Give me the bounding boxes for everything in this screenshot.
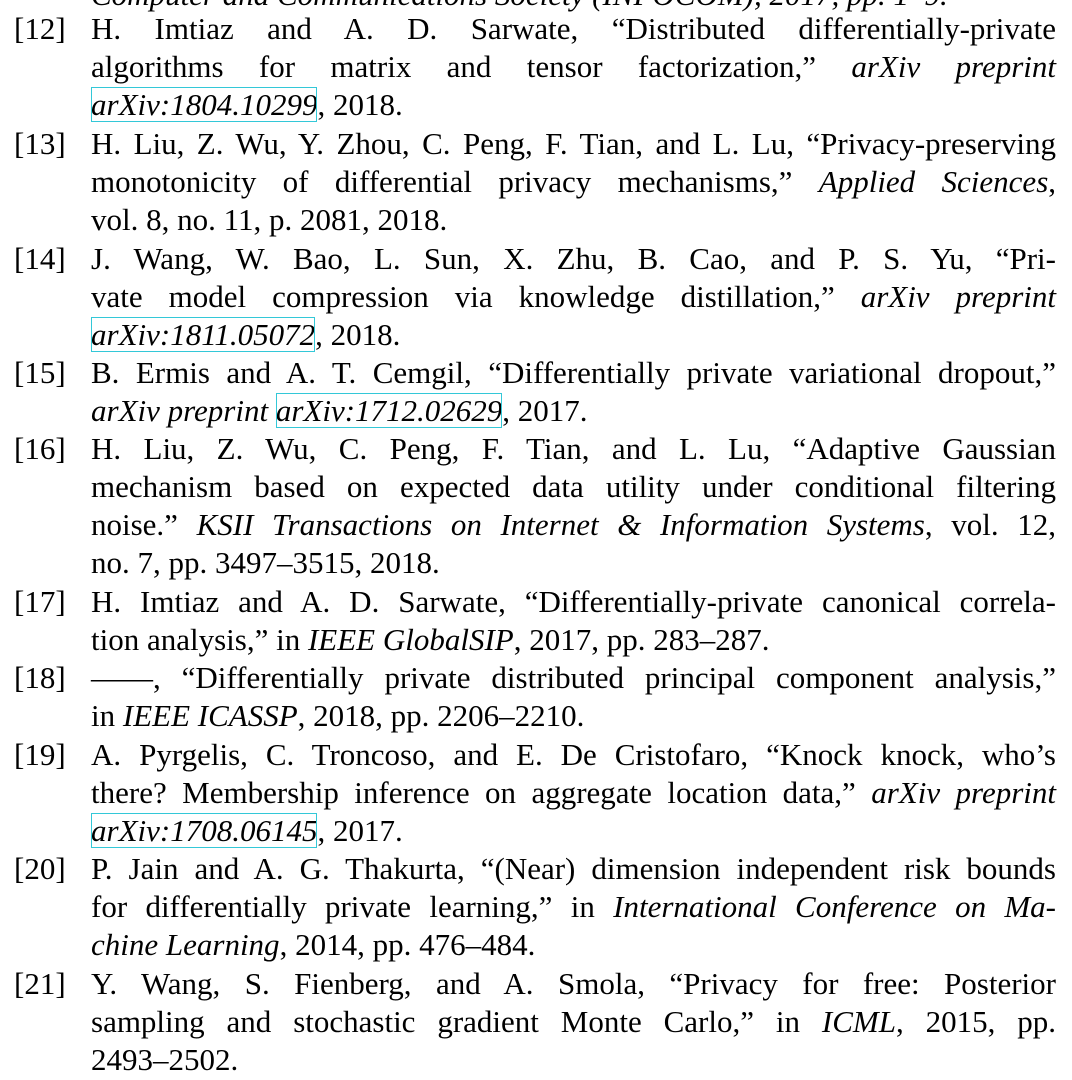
reference-number: [17] — [14, 584, 66, 619]
reference-line: vol. 8, no. 11, p. 2081, 2018. — [91, 201, 1056, 239]
italic-text: arXiv preprint — [860, 279, 1056, 314]
reference-body: A. Pyrgelis, C. Troncoso, and E. De Cris… — [91, 736, 1056, 850]
italic-text: Applied Sciences — [818, 164, 1049, 199]
reference-line: chine Learning, 2014, pp. 476–484. — [91, 926, 1056, 964]
reference-number: [19] — [14, 737, 66, 772]
reference-text: no. 7, pp. 3497–3515, 2018. — [91, 545, 440, 580]
italic-text: KSII Transactions on Internet & Informat… — [196, 507, 925, 542]
reference-text: in — [91, 698, 123, 733]
reference-text: vate model compression via knowledge dis… — [91, 279, 861, 314]
reference-text: A. Pyrgelis, C. Troncoso, and E. De Cris… — [91, 737, 1056, 772]
reference-line: H. Imtiaz and A. D. Sarwate, “Distribute… — [91, 10, 1056, 48]
reference-text: , vol. 12, — [924, 507, 1056, 542]
arxiv-link[interactable]: arXiv:1712.02629 — [275, 393, 503, 428]
reference-line: H. Imtiaz and A. D. Sarwate, “Differenti… — [91, 583, 1056, 621]
reference-text: H. Liu, Z. Wu, C. Peng, F. Tian, and L. … — [91, 431, 1056, 466]
italic-text: IEEE ICASSP — [122, 698, 298, 733]
italic-text: International Conference on Ma- — [613, 889, 1057, 924]
reference-text: H. Imtiaz and A. D. Sarwate, “Distribute… — [91, 11, 1056, 46]
reference-text: Y. Wang, S. Fienberg, and A. Smola, “Pri… — [91, 966, 1056, 1001]
reference-line: ——, “Differentially private distributed … — [91, 659, 1056, 697]
reference-text: , 2017, pp. 283–287. — [513, 622, 770, 657]
reference-text: for differentially private learning,” in — [91, 889, 614, 924]
reference-text: , 2018. — [315, 317, 401, 352]
reference-line: arXiv:1708.06145, 2017. — [91, 812, 1056, 850]
reference-number: [14] — [14, 241, 66, 276]
reference-line: arXiv:1811.05072, 2018. — [91, 316, 1056, 354]
reference-number: [21] — [14, 966, 66, 1001]
reference-line: in IEEE ICASSP, 2018, pp. 2206–2210. — [91, 697, 1056, 735]
italic-text: arXiv preprint — [871, 775, 1056, 810]
reference-line: no. 7, pp. 3497–3515, 2018. — [91, 544, 1056, 582]
reference-text: algorithms for matrix and tensor factori… — [91, 49, 852, 84]
italic-text: ICML — [821, 1004, 896, 1039]
reference-text: H. Liu, Z. Wu, Y. Zhou, C. Peng, F. Tian… — [91, 126, 1056, 161]
reference-text: 2493–2502. — [91, 1042, 239, 1077]
reference-text: , 2015, pp. — [895, 1004, 1056, 1039]
reference-line: Y. Wang, S. Fienberg, and A. Smola, “Pri… — [91, 965, 1056, 1003]
reference-line: H. Liu, Z. Wu, Y. Zhou, C. Peng, F. Tian… — [91, 125, 1056, 163]
reference-line: arXiv:1804.10299, 2018. — [91, 86, 1056, 124]
reference-text: ——, “Differentially private distributed … — [91, 660, 1056, 695]
reference-text: sampling and stochastic gradient Monte C… — [91, 1004, 822, 1039]
reference-text: monotonicity of differential privacy mec… — [91, 164, 819, 199]
reference-text: tion analysis,” in — [91, 622, 308, 657]
arxiv-link[interactable]: arXiv:1811.05072 — [91, 317, 316, 352]
reference-number: [13] — [14, 126, 66, 161]
reference-number: [12] — [14, 11, 66, 46]
reference-text: mechanism based on expected data utility… — [91, 469, 1056, 504]
arxiv-link[interactable]: arXiv:1804.10299 — [91, 87, 318, 122]
reference-line: P. Jain and A. G. Thakurta, “(Near) dime… — [91, 850, 1056, 888]
reference-body: H. Imtiaz and A. D. Sarwate, “Differenti… — [91, 583, 1056, 659]
reference-text: , 2018. — [317, 87, 403, 122]
reference-line: J. Wang, W. Bao, L. Sun, X. Zhu, B. Cao,… — [91, 240, 1056, 278]
italic-text: arXiv preprint — [91, 393, 276, 428]
reference-text: J. Wang, W. Bao, L. Sun, X. Zhu, B. Cao,… — [91, 241, 1056, 276]
reference-body: H. Liu, Z. Wu, Y. Zhou, C. Peng, F. Tian… — [91, 125, 1056, 239]
reference-body: P. Jain and A. G. Thakurta, “(Near) dime… — [91, 850, 1056, 964]
reference-text: P. Jain and A. G. Thakurta, “(Near) dime… — [91, 851, 1056, 886]
reference-line: for differentially private learning,” in… — [91, 888, 1056, 926]
italic-text: arXiv preprint — [851, 49, 1056, 84]
reference-text: noise.” — [91, 507, 197, 542]
reference-line: sampling and stochastic gradient Monte C… — [91, 1003, 1056, 1041]
reference-number: [15] — [14, 355, 66, 390]
reference-body: B. Ermis and A. T. Cemgil, “Differential… — [91, 354, 1056, 430]
reference-text: , 2018, pp. 2206–2210. — [297, 698, 585, 733]
reference-text: vol. 8, no. 11, p. 2081, 2018. — [91, 202, 448, 237]
reference-line: vate model compression via knowledge dis… — [91, 278, 1056, 316]
reference-text: B. Ermis and A. T. Cemgil, “Differential… — [91, 355, 1056, 390]
reference-body: Y. Wang, S. Fienberg, and A. Smola, “Pri… — [91, 965, 1056, 1079]
reference-number: [16] — [14, 431, 66, 466]
reference-body: J. Wang, W. Bao, L. Sun, X. Zhu, B. Cao,… — [91, 240, 1056, 354]
reference-line: A. Pyrgelis, C. Troncoso, and E. De Cris… — [91, 736, 1056, 774]
reference-line: there? Membership inference on aggregate… — [91, 774, 1056, 812]
reference-line: arXiv preprint arXiv:1712.02629, 2017. — [91, 392, 1056, 430]
reference-text: H. Imtiaz and A. D. Sarwate, “Differenti… — [91, 584, 1056, 619]
reference-line: algorithms for matrix and tensor factori… — [91, 48, 1056, 86]
italic-text: IEEE GlobalSIP — [307, 622, 514, 657]
reference-line: H. Liu, Z. Wu, C. Peng, F. Tian, and L. … — [91, 430, 1056, 468]
reference-text: , 2017. — [317, 813, 403, 848]
reference-line: mechanism based on expected data utility… — [91, 468, 1056, 506]
reference-text: , 2017. — [502, 393, 588, 428]
reference-line: tion analysis,” in IEEE GlobalSIP, 2017,… — [91, 621, 1056, 659]
reference-line: noise.” KSII Transactions on Internet & … — [91, 506, 1056, 544]
reference-number: [18] — [14, 660, 66, 695]
reference-text: , — [1048, 164, 1057, 199]
reference-text: , 2014, pp. 476–484. — [279, 927, 536, 962]
reference-line: 2493–2502. — [91, 1041, 1056, 1079]
reference-number: [20] — [14, 851, 66, 886]
references-page: Computer and Communications Society (INF… — [0, 0, 1072, 1080]
arxiv-link[interactable]: arXiv:1708.06145 — [91, 813, 318, 848]
reference-line: monotonicity of differential privacy mec… — [91, 163, 1056, 201]
reference-line: B. Ermis and A. T. Cemgil, “Differential… — [91, 354, 1056, 392]
italic-text: chine Learning — [91, 927, 280, 962]
reference-text: there? Membership inference on aggregate… — [91, 775, 872, 810]
reference-body: ——, “Differentially private distributed … — [91, 659, 1056, 735]
reference-body: H. Imtiaz and A. D. Sarwate, “Distribute… — [91, 10, 1056, 124]
reference-body: H. Liu, Z. Wu, C. Peng, F. Tian, and L. … — [91, 430, 1056, 582]
